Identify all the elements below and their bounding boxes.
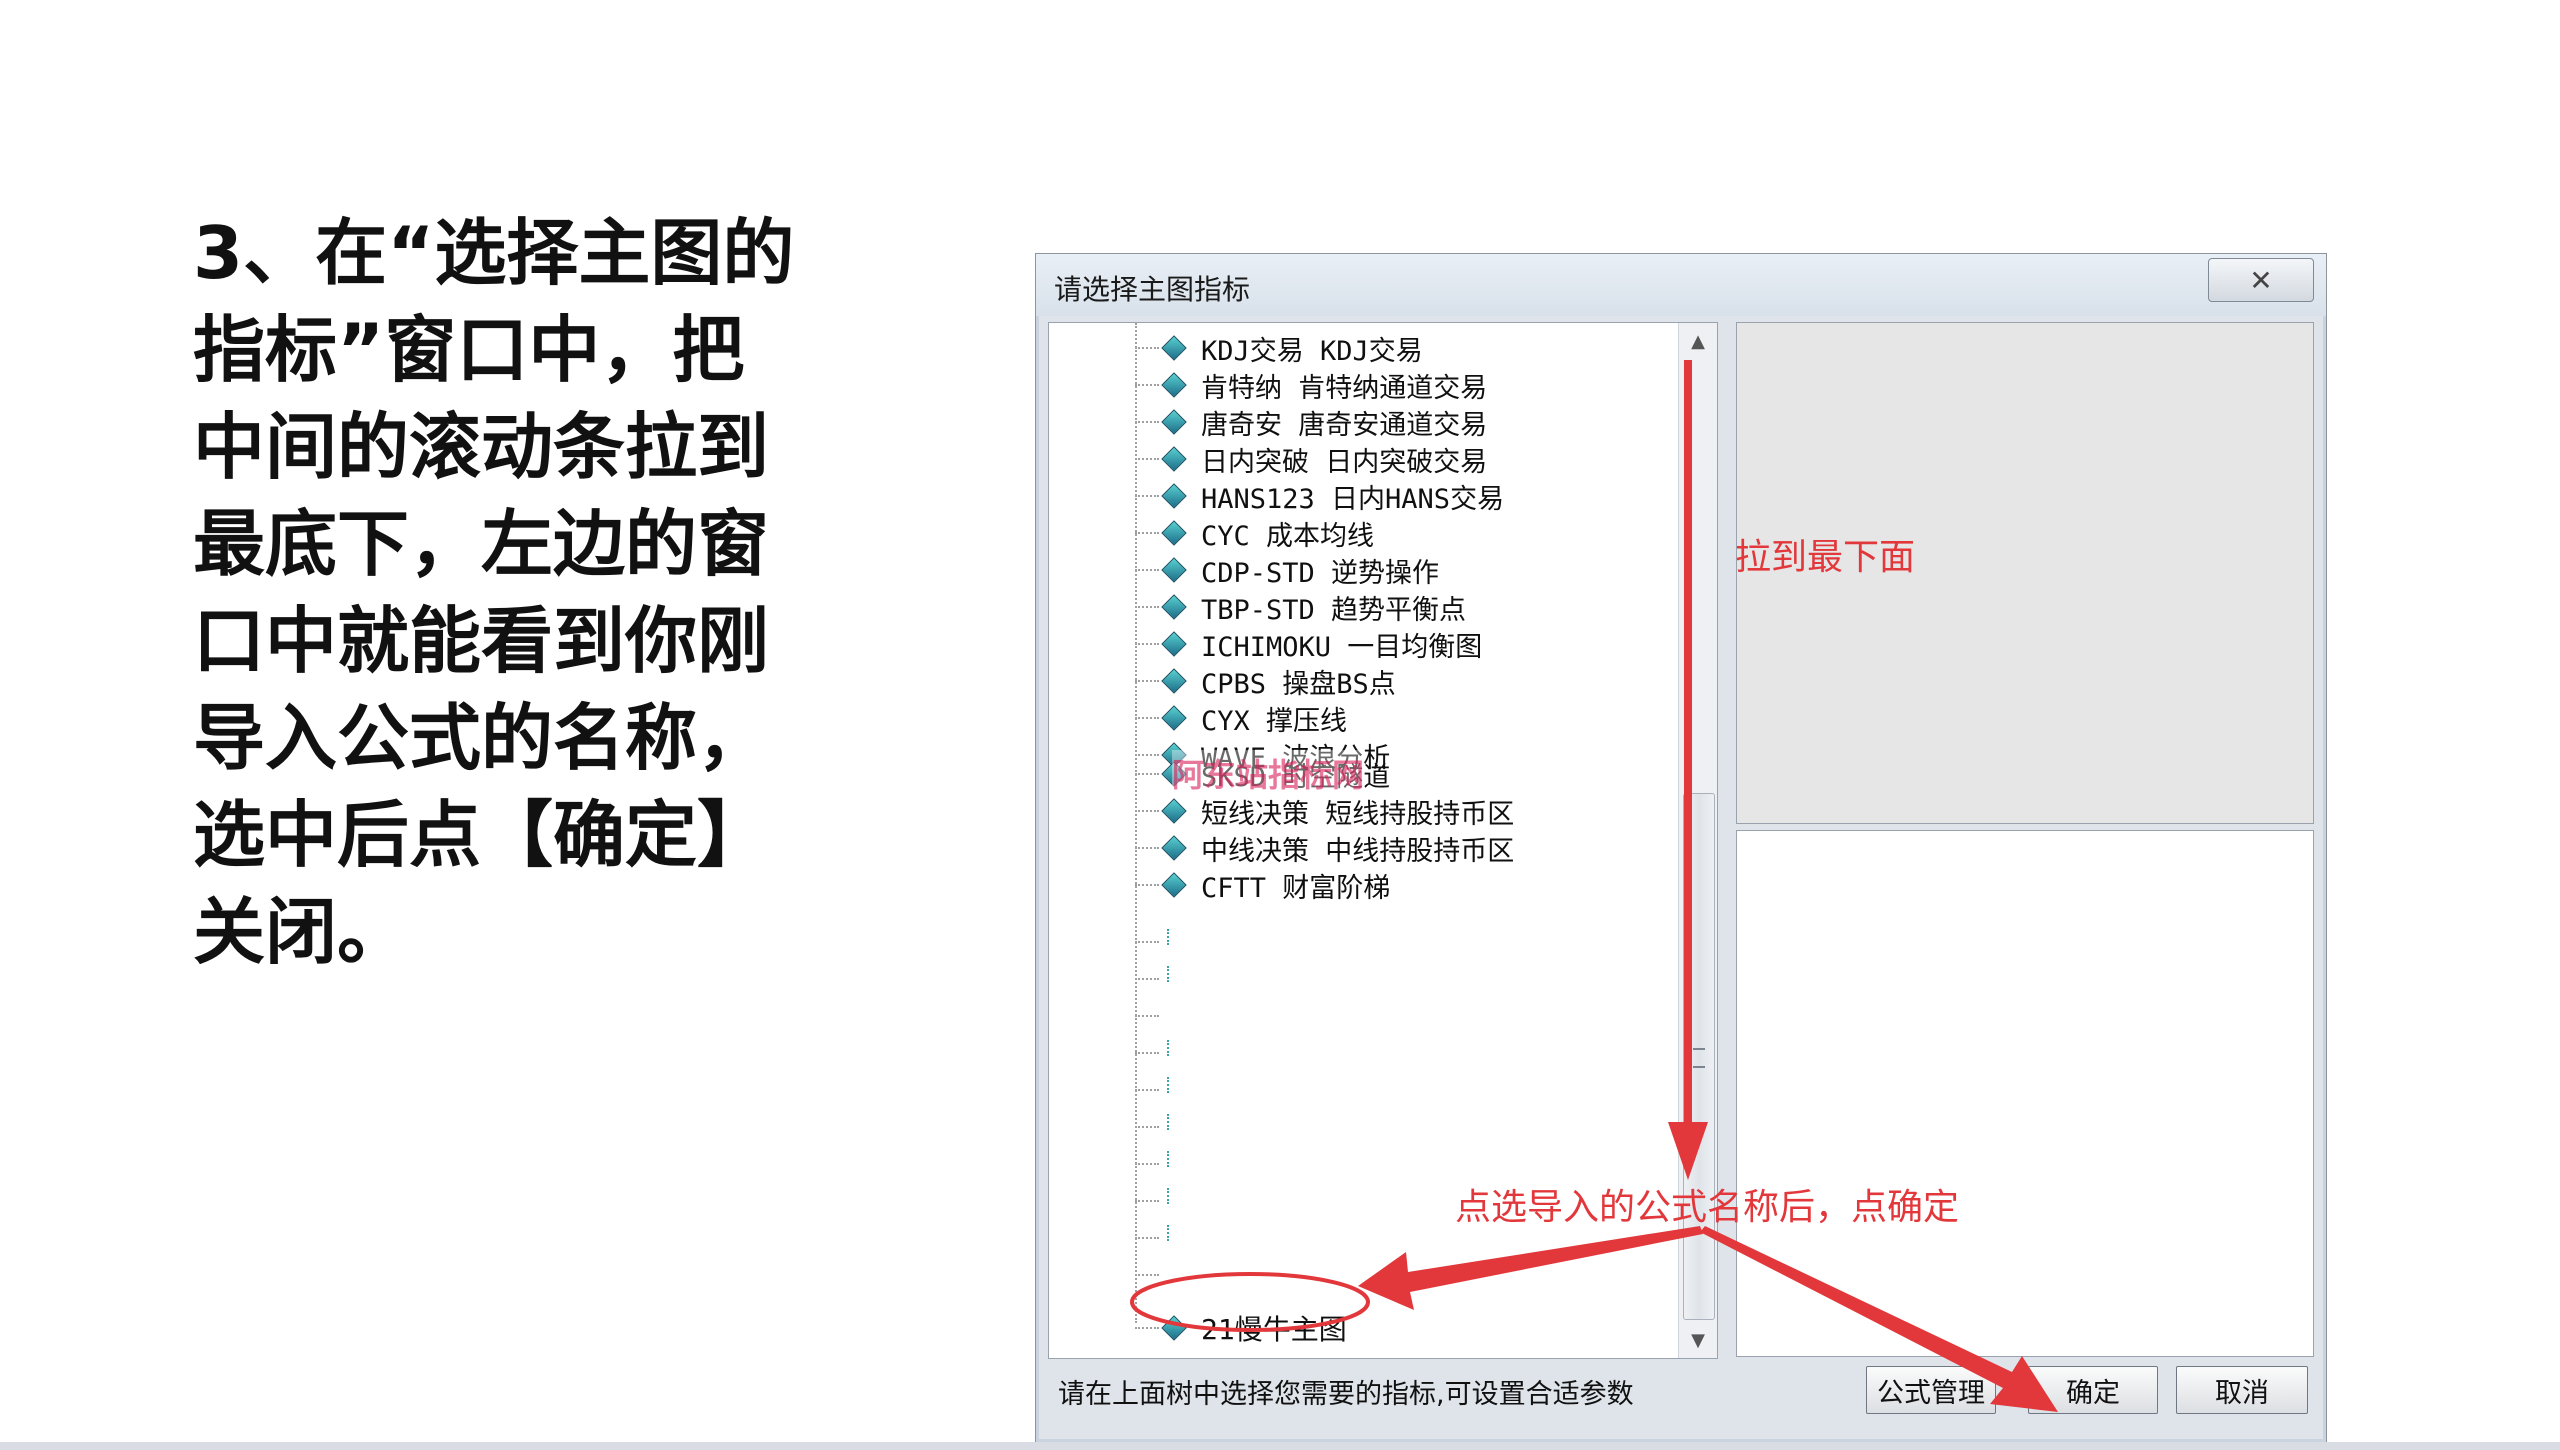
tree-empty-branch — [1135, 941, 1159, 943]
tree-empty-tick — [1167, 1114, 1169, 1130]
scroll-thumb[interactable] — [1683, 793, 1715, 1320]
tree-item-label: 肯特纳 肯特纳通道交易 — [1201, 372, 1488, 404]
tree-empty-tick — [1167, 1040, 1169, 1056]
instruction-text: 3、在“选择主图的 指标”窗口中，把 中间的滚动条拉到 最底下，左边的窗 口中就… — [193, 205, 853, 981]
tree-empty-branch — [1135, 1163, 1159, 1165]
tree-empty-branch — [1135, 1274, 1159, 1276]
instruction-line: 选中后点【确定】 — [193, 793, 770, 877]
tree-empty-branch — [1135, 1200, 1159, 1202]
indicator-icon — [1161, 835, 1187, 861]
preview-panel-bottom — [1736, 830, 2314, 1357]
tree-item-selected-formula[interactable]: 21慢牛主图 — [1135, 1310, 1347, 1346]
tree-empty-branch — [1135, 1126, 1159, 1128]
tree-empty-tick — [1167, 1077, 1169, 1093]
instruction-line: 中间的滚动条拉到 — [193, 405, 770, 489]
tree-empty-tick — [1167, 966, 1169, 982]
tree-empty-tick — [1167, 929, 1169, 945]
tree-item[interactable]: ICHIMOKU 一目均衡图 — [1135, 626, 1483, 663]
instruction-line: 最底下，左边的窗 — [193, 502, 770, 586]
tree-item[interactable]: CYC 成本均线 — [1135, 515, 1375, 552]
tree-item[interactable]: 日内突破 日内突破交易 — [1135, 441, 1488, 478]
dialog-title: 请选择主图指标 — [1054, 273, 1251, 306]
tree-item[interactable]: 中线决策 中线持股持币区 — [1135, 830, 1515, 867]
tree-item-label: CPBS 操盘BS点 — [1201, 668, 1396, 700]
indicator-icon — [1161, 631, 1187, 657]
scroll-up-icon[interactable]: ▲ — [1679, 323, 1717, 359]
instruction-line: 导入公式的名称， — [193, 696, 770, 780]
instruction-line: 3、在“选择主图的 — [193, 211, 795, 295]
tree-item-label: TBP-STD 趋势平衡点 — [1201, 594, 1467, 626]
tree-item-label: CYC 成本均线 — [1201, 520, 1375, 552]
indicator-icon — [1161, 668, 1187, 694]
tree-item[interactable]: CPBS 操盘BS点 — [1135, 663, 1396, 700]
tree-item-label: KDJ交易 KDJ交易 — [1201, 335, 1423, 367]
tree-item[interactable]: CFTT 财富阶梯 — [1135, 867, 1391, 904]
tree-empty-branch — [1135, 1015, 1159, 1017]
tree-item-label: 唐奇安 唐奇安通道交易 — [1201, 409, 1488, 441]
indicator-icon — [1161, 483, 1187, 509]
tree-item[interactable]: HANS123 日内HANS交易 — [1135, 478, 1505, 515]
tree-item-label: 中线决策 中线持股持币区 — [1201, 835, 1515, 867]
indicator-icon — [1161, 872, 1187, 898]
indicator-icon — [1161, 335, 1187, 361]
tree-item-label: 21慢牛主图 — [1201, 1313, 1347, 1346]
tree-item-label: CYX 撑压线 — [1201, 705, 1348, 737]
scroll-grip-icon — [1693, 1048, 1705, 1068]
tree-empty-branch — [1135, 1052, 1159, 1054]
indicator-icon — [1161, 557, 1187, 583]
status-hint: 请在上面树中选择您需要的指标,可设置合适参数 — [1058, 1379, 1634, 1410]
tree-item-label: 短线决策 短线持股持币区 — [1201, 798, 1515, 830]
tree-item-label: 日内突破 日内突破交易 — [1201, 446, 1488, 478]
watermark: 阿东站指标网 — [1172, 750, 1365, 796]
tree-empty-tick — [1167, 1225, 1169, 1241]
tree-item[interactable]: CYX 撑压线 — [1135, 700, 1348, 737]
close-icon: ✕ — [2249, 263, 2273, 297]
tree-empty-branch — [1135, 1237, 1159, 1239]
instruction-line: 口中就能看到你刚 — [193, 599, 770, 683]
tree-empty-branch — [1135, 978, 1159, 980]
tree-item[interactable]: 肯特纳 肯特纳通道交易 — [1135, 367, 1488, 404]
cancel-button[interactable]: 取消 — [2176, 1366, 2308, 1414]
indicator-icon — [1161, 520, 1187, 546]
close-button[interactable]: ✕ — [2208, 258, 2314, 302]
confirm-button[interactable]: 确定 — [2028, 1366, 2158, 1414]
tree-item-label: HANS123 日内HANS交易 — [1201, 483, 1505, 515]
tree-empty-branch — [1135, 1089, 1159, 1091]
annotation-drag-bottom: 拉到最下面 — [1735, 537, 1916, 578]
tree-item[interactable]: CDP-STD 逆势操作 — [1135, 552, 1440, 589]
select-indicator-dialog: 请选择主图指标 ✕ KDJ交易 KDJ交易 肯特纳 肯特纳通道交易 唐奇安 唐奇… — [1035, 253, 2327, 1443]
tree-empty-tick — [1167, 1151, 1169, 1167]
scroll-down-icon[interactable]: ▼ — [1679, 1322, 1717, 1358]
tree-item-label: CFTT 财富阶梯 — [1201, 872, 1391, 904]
indicator-icon — [1161, 705, 1187, 731]
indicator-icon — [1161, 798, 1187, 824]
indicator-icon — [1161, 1315, 1187, 1341]
tree-item-label: ICHIMOKU 一目均衡图 — [1201, 631, 1483, 663]
indicator-icon — [1161, 594, 1187, 620]
formula-manage-button[interactable]: 公式管理 — [1866, 1366, 1996, 1414]
instruction-line: 指标”窗口中，把 — [193, 308, 745, 392]
tree-empty-tick — [1167, 1188, 1169, 1204]
annotation-select-confirm: 点选导入的公式名称后，点确定 — [1455, 1187, 1960, 1228]
tree-item[interactable]: 短线决策 短线持股持币区 — [1135, 793, 1515, 830]
tree-item[interactable]: TBP-STD 趋势平衡点 — [1135, 589, 1467, 626]
tree-item[interactable]: KDJ交易 KDJ交易 — [1135, 330, 1423, 367]
slide-bottom-band — [0, 1442, 2560, 1450]
indicator-icon — [1161, 446, 1187, 472]
tree-item-label: CDP-STD 逆势操作 — [1201, 557, 1440, 589]
indicator-icon — [1161, 409, 1187, 435]
indicator-icon — [1161, 372, 1187, 398]
tree-item[interactable]: 唐奇安 唐奇安通道交易 — [1135, 404, 1488, 441]
instruction-line: 关闭。 — [193, 890, 410, 974]
dialog-titlebar: 请选择主图指标 ✕ — [1036, 254, 2326, 316]
